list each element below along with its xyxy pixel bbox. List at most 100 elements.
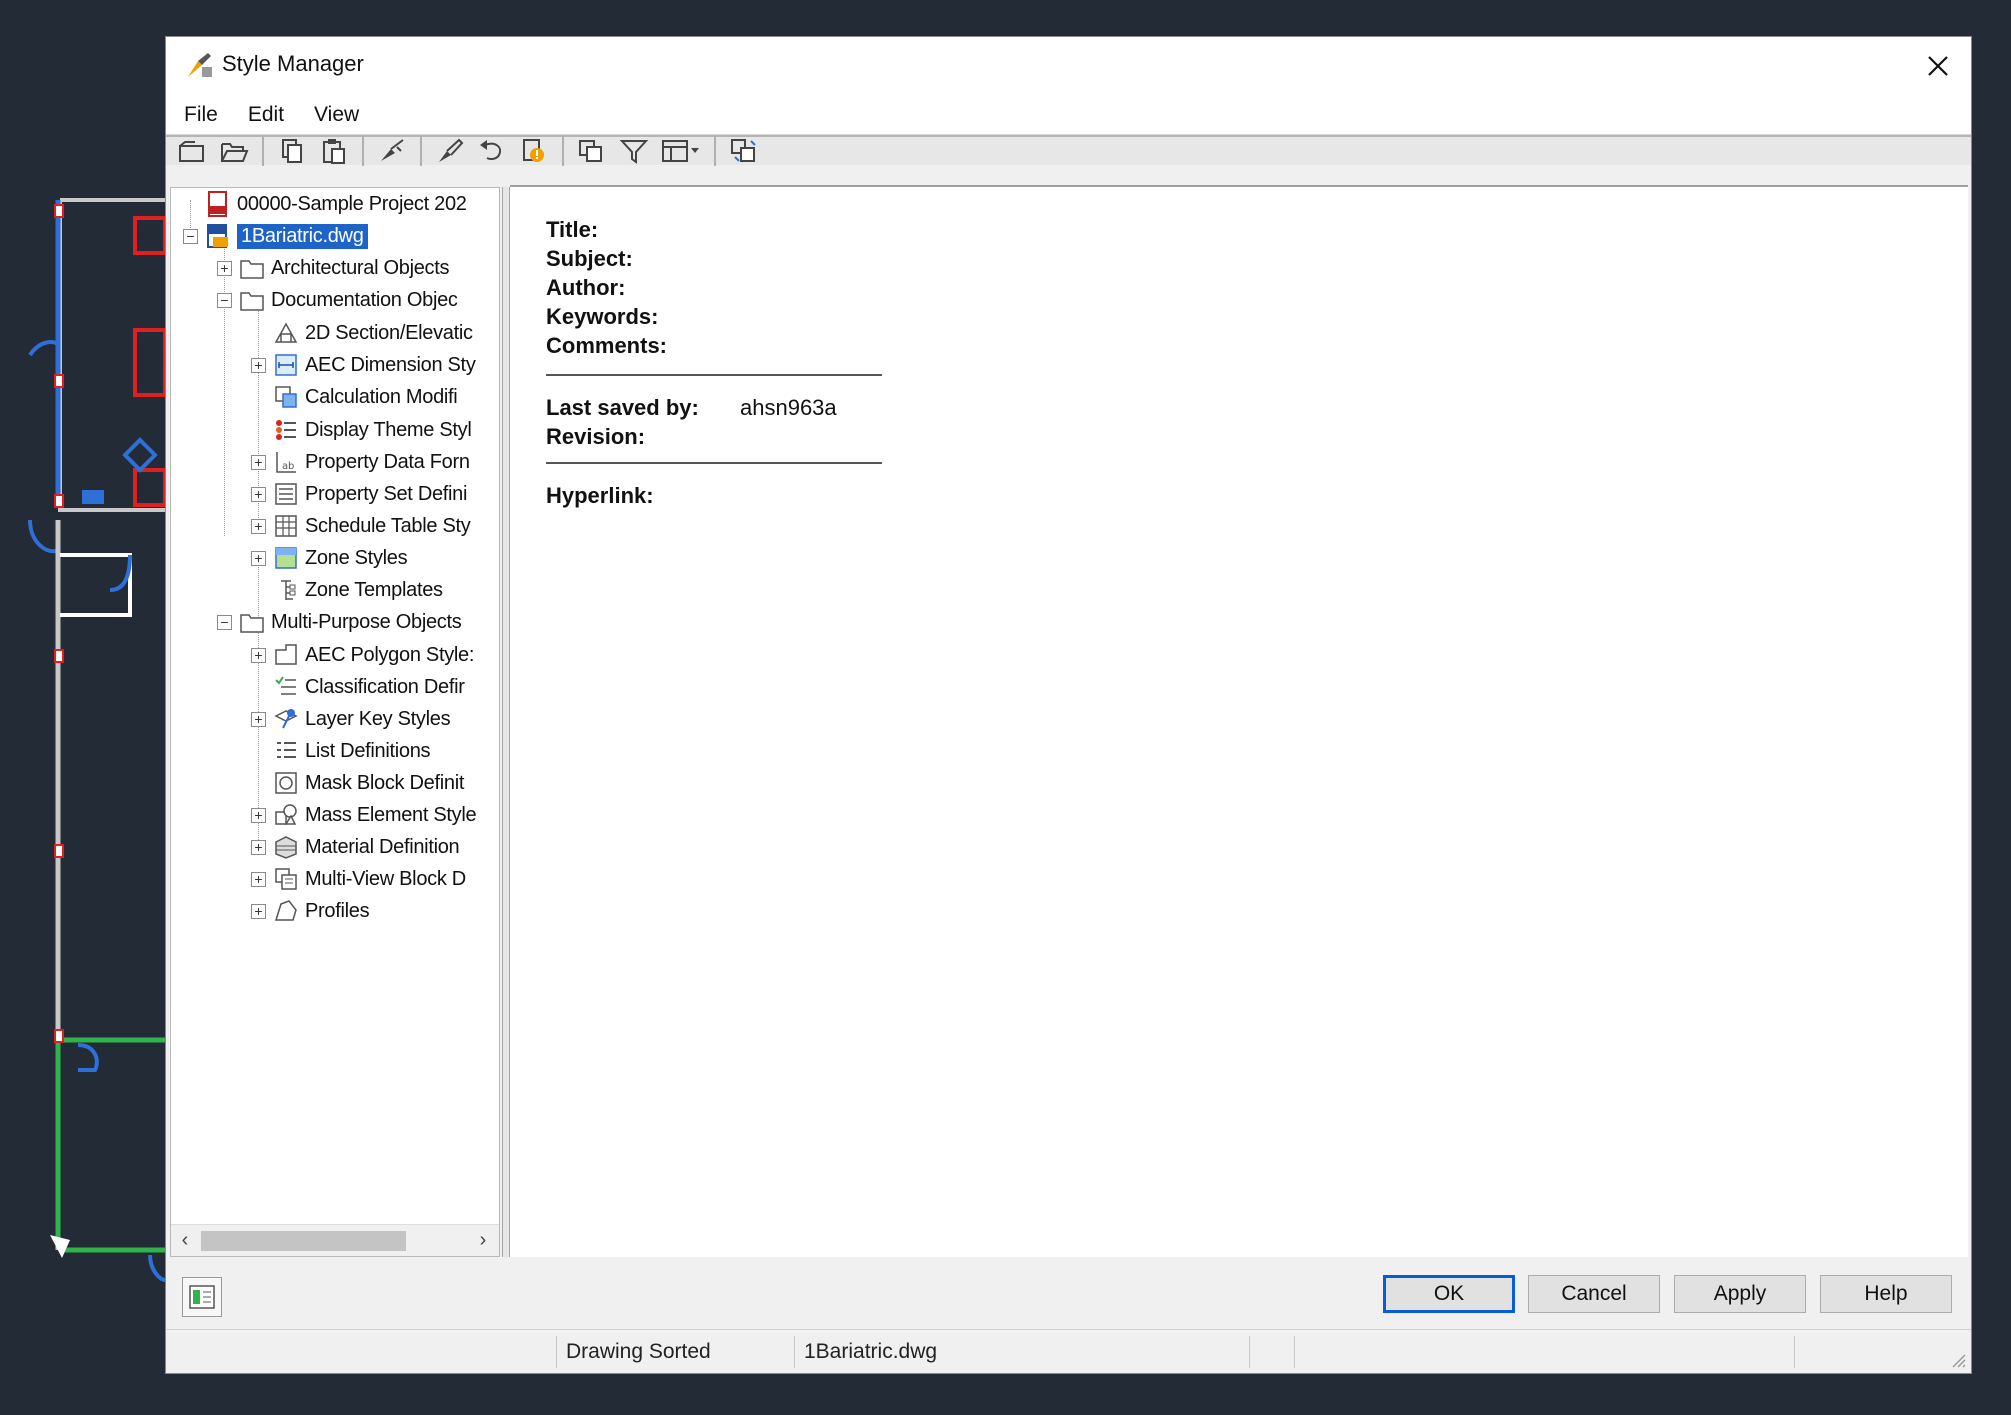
tree-item-mass-element[interactable]: Mass Element Style <box>273 800 477 830</box>
toggle-pane-button[interactable] <box>182 1277 222 1317</box>
multiview-block-icon <box>275 868 297 890</box>
pane-splitter[interactable] <box>502 187 510 1257</box>
tree-item-calculation-modifier[interactable]: Calculation Modifi <box>273 382 458 412</box>
status-sort: Drawing Sorted <box>566 1340 711 1363</box>
tree-item-layer-key[interactable]: Layer Key Styles <box>273 704 451 734</box>
purge-button[interactable] <box>374 134 410 168</box>
tree-item-multi-purpose-objects[interactable]: Multi-Purpose Objects <box>239 607 462 637</box>
tree-item-label: 2D Section/Elevatic <box>305 321 473 344</box>
tree-item-project[interactable]: 00000-Sample Project 202 <box>205 189 467 219</box>
menu-bar: File Edit View <box>166 95 1971 135</box>
hyperlink-label: Hyperlink: <box>546 483 654 508</box>
folder-icon <box>240 614 264 633</box>
style-tree: 00000-Sample Project 202 − 1Bariatric.dw… <box>170 187 500 1257</box>
tree-item-property-set[interactable]: Property Set Defini <box>273 479 467 509</box>
tree-item-label: Zone Templates <box>305 578 443 601</box>
tree-item-label: Property Data Forn <box>305 450 470 473</box>
expand-toggle[interactable]: + <box>251 519 266 534</box>
undo-icon <box>480 140 501 160</box>
paste-button[interactable] <box>316 134 352 168</box>
expand-toggle[interactable]: + <box>251 487 266 502</box>
new-button[interactable] <box>174 134 210 168</box>
view-options-button[interactable] <box>658 134 704 168</box>
undo-button[interactable] <box>474 134 510 168</box>
property-data-icon: ab <box>276 452 296 473</box>
expand-toggle[interactable]: + <box>251 551 266 566</box>
theme-icon <box>276 420 296 440</box>
style-manager-icon <box>188 53 212 77</box>
tree-item-aec-dimension[interactable]: AEC Dimension Sty <box>273 350 476 380</box>
expand-toggle[interactable]: + <box>251 712 266 727</box>
tree-item-property-data-format[interactable]: ab Property Data Forn <box>273 447 470 477</box>
list-icon <box>277 742 296 758</box>
filter-button[interactable] <box>616 134 652 168</box>
tree-item-profiles[interactable]: Profiles <box>273 896 370 926</box>
tree-item-mask-block[interactable]: Mask Block Definit <box>273 768 464 798</box>
tree-item-classification[interactable]: Classification Defir <box>273 672 465 702</box>
resize-grip-icon[interactable] <box>1949 1351 1967 1369</box>
tree-item-label: Mass Element Style <box>305 803 477 826</box>
title-bar: Style Manager <box>166 37 1971 95</box>
expand-toggle[interactable]: + <box>251 808 266 823</box>
tree-item-zone-styles[interactable]: Zone Styles <box>273 543 408 573</box>
sync-button[interactable] <box>726 134 762 168</box>
tree-item-schedule-table[interactable]: Schedule Table Sty <box>273 511 471 541</box>
scroll-left-icon[interactable]: ‹ <box>173 1229 197 1253</box>
apply-button[interactable]: Apply <box>1674 1275 1806 1313</box>
drawing-icon <box>207 224 228 248</box>
copy-icon <box>282 139 302 163</box>
polygon-icon <box>275 644 297 665</box>
collapse-toggle[interactable]: − <box>217 293 232 308</box>
expand-toggle[interactable]: + <box>251 840 266 855</box>
scroll-right-icon[interactable]: › <box>471 1229 495 1253</box>
expand-toggle[interactable]: + <box>217 261 232 276</box>
cancel-button[interactable]: Cancel <box>1528 1275 1660 1313</box>
author-label: Author: <box>546 275 626 300</box>
tree-item-label: Documentation Objec <box>271 288 458 311</box>
menu-file[interactable]: File <box>174 99 228 131</box>
tree-item-aec-polygon[interactable]: AEC Polygon Style: <box>273 640 474 670</box>
close-button[interactable] <box>1915 43 1961 89</box>
collapse-toggle[interactable]: − <box>217 615 232 630</box>
open-button[interactable] <box>216 134 252 168</box>
copy-button[interactable] <box>274 134 310 168</box>
tree-item-list-definitions[interactable]: List Definitions <box>273 736 431 766</box>
tree-item-multi-view-block[interactable]: Multi-View Block D <box>273 864 466 894</box>
tree-item-display-theme[interactable]: Display Theme Styl <box>273 415 472 445</box>
expand-toggle[interactable]: + <box>251 904 266 919</box>
tree-horizontal-scrollbar[interactable]: ‹ › <box>171 1224 499 1256</box>
tree-item-documentation-objects[interactable]: Documentation Objec <box>239 285 458 315</box>
toolbar-separator <box>714 136 716 166</box>
menu-view[interactable]: View <box>304 99 369 131</box>
edit-style-button[interactable] <box>432 134 468 168</box>
dimension-icon <box>275 354 297 376</box>
scrollbar-thumb[interactable] <box>201 1231 406 1251</box>
expand-toggle[interactable]: + <box>251 872 266 887</box>
tree-item-zone-templates[interactable]: Zone Templates <box>273 575 443 605</box>
help-button[interactable]: Help <box>1820 1275 1952 1313</box>
toggle-view-button[interactable] <box>574 134 610 168</box>
schedule-icon <box>275 515 297 537</box>
ok-button[interactable]: OK <box>1383 1275 1515 1313</box>
zone-icon <box>275 547 297 569</box>
tree-item-label: Zone Styles <box>305 546 408 569</box>
expand-toggle[interactable]: + <box>251 358 266 373</box>
tree-item-architectural-objects[interactable]: Architectural Objects <box>239 253 450 283</box>
mask-block-icon <box>275 772 297 794</box>
toolbar <box>174 134 762 168</box>
tree-item-label: Classification Defir <box>305 675 465 698</box>
open-icon <box>221 143 249 162</box>
tree-item-label: Architectural Objects <box>271 256 450 279</box>
tree-item-drawing[interactable]: 1Bariatric.dwg <box>205 221 369 251</box>
alert-icon <box>523 139 544 162</box>
tree-item-label: Display Theme Styl <box>305 418 472 441</box>
expand-toggle[interactable]: + <box>251 455 266 470</box>
tree-item-2d-section[interactable]: 2D Section/Elevatic <box>273 318 473 348</box>
alert-button[interactable] <box>516 134 552 168</box>
tree-item-label: Material Definition <box>305 835 460 858</box>
menu-edit[interactable]: Edit <box>238 99 294 131</box>
collapse-toggle[interactable]: − <box>183 229 198 244</box>
tree-item-material-definition[interactable]: Material Definition <box>273 832 460 862</box>
expand-toggle[interactable]: + <box>251 648 266 663</box>
profile-icon <box>274 900 297 921</box>
